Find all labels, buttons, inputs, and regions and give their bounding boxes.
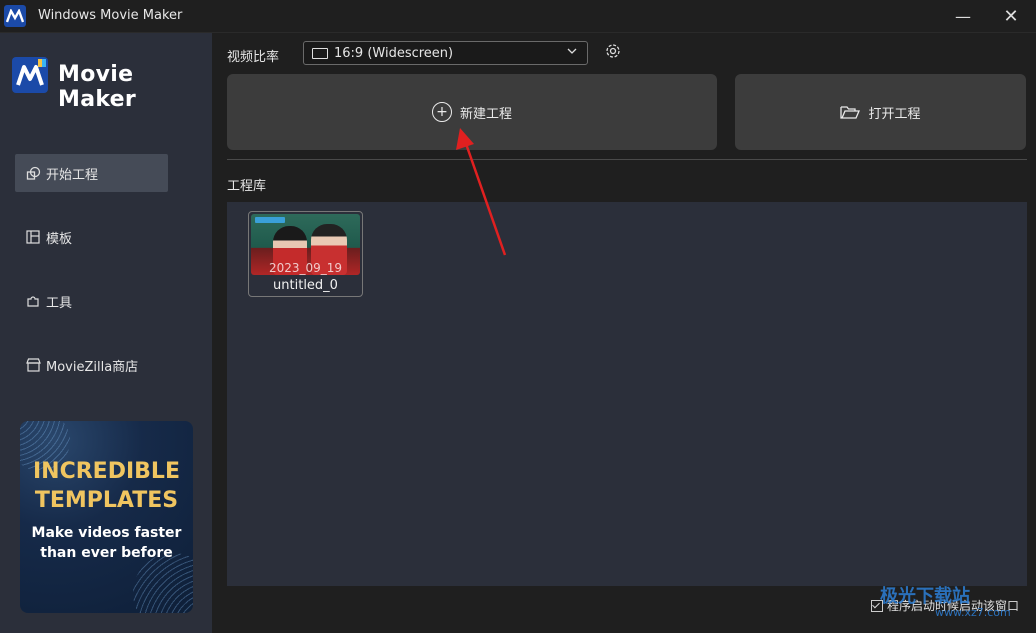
chevron-down-icon [567, 45, 577, 59]
project-library: 2023_09_19 untitled_0 [227, 202, 1027, 586]
brand-logo-icon [12, 57, 48, 93]
sidebar-item-tools[interactable]: 工具 [15, 282, 168, 320]
open-project-button[interactable]: 打开工程 [735, 74, 1026, 150]
project-name: untitled_0 [273, 278, 338, 293]
puzzle-icon [25, 293, 41, 309]
store-icon [25, 357, 41, 373]
sidebar-item-label: 工具 [46, 295, 73, 311]
video-ratio-select[interactable]: 16:9 (Widescreen) [303, 41, 588, 65]
shapes-icon [25, 165, 41, 181]
sidebar-item-store[interactable]: MovieZilla商店 [15, 346, 168, 384]
video-ratio-label: 视频比率 [227, 50, 280, 65]
template-icon [25, 229, 41, 245]
divider [227, 159, 1027, 160]
brand-name: Movie Maker [58, 62, 137, 112]
promo-title: INCREDIBLE TEMPLATES [33, 459, 180, 513]
promo-banner[interactable]: INCREDIBLE TEMPLATES Make videos faster … [20, 421, 193, 613]
open-project-label: 打开工程 [868, 106, 921, 122]
title-bar: Windows Movie Maker — ✕ [0, 0, 1036, 33]
watermark: 极光下载站 [880, 586, 970, 607]
sidebar: Movie Maker 开始工程 模板 工具 MovieZilla商店 INCR… [0, 33, 212, 633]
sidebar-item-start-project[interactable]: 开始工程 [15, 154, 168, 192]
sidebar-item-label: 模板 [46, 231, 73, 247]
sidebar-item-label: 开始工程 [46, 167, 99, 183]
new-project-label: 新建工程 [459, 106, 512, 122]
annotation-arrow [456, 128, 507, 256]
sidebar-item-label: MovieZilla商店 [46, 359, 139, 375]
project-card[interactable]: 2023_09_19 untitled_0 [248, 211, 363, 297]
promo-subtitle: Make videos faster than ever before [31, 525, 182, 561]
project-date: 2023_09_19 [268, 261, 343, 275]
window-title: Windows Movie Maker [38, 8, 183, 23]
watermark-url: www.xz7.com [935, 606, 1011, 619]
video-ratio-value: 16:9 (Widescreen) [334, 45, 454, 61]
plus-circle-icon: + [431, 102, 452, 122]
minimize-button[interactable]: — [940, 0, 986, 32]
folder-open-icon [840, 104, 861, 120]
main-panel: 视频比率 16:9 (Widescreen) + 新建工程 打开工程 工程库 2… [213, 33, 1036, 633]
close-button[interactable]: ✕ [988, 0, 1034, 32]
sidebar-item-templates[interactable]: 模板 [15, 218, 168, 256]
app-logo-icon [4, 5, 26, 27]
gear-icon[interactable] [605, 43, 621, 63]
screen-icon [312, 47, 328, 59]
project-library-label: 工程库 [227, 179, 267, 194]
